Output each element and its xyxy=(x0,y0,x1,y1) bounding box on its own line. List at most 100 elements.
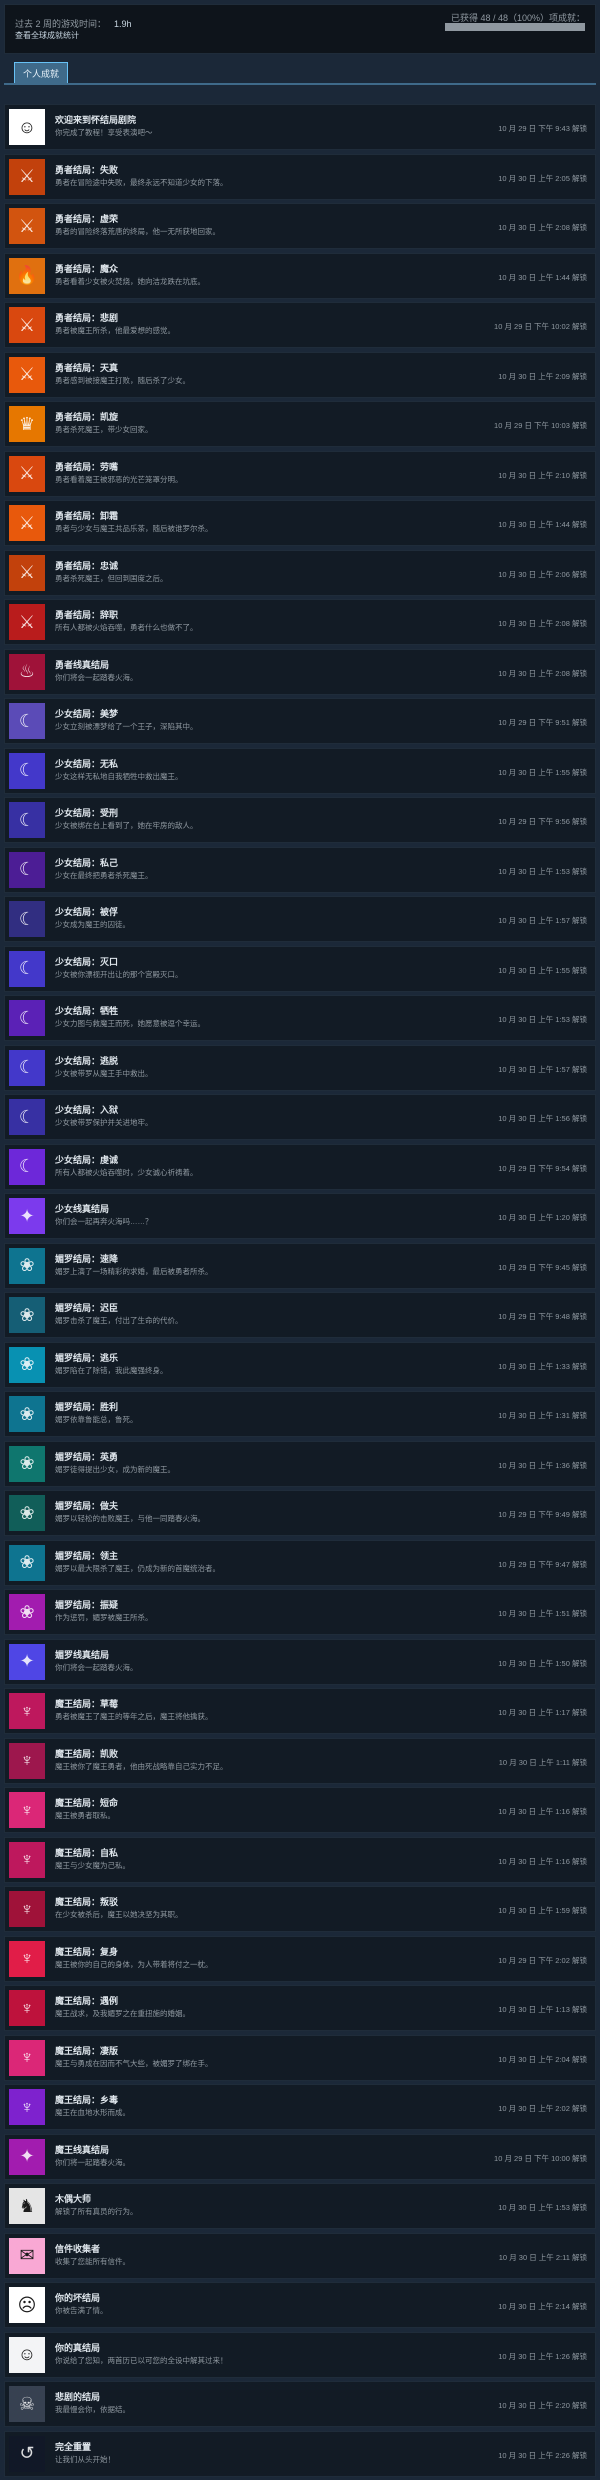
achievement-description: 少女被带罗从魔王手中救出。 xyxy=(55,1068,153,1078)
unlock-date: 10 月 30 日 上午 2:05 解锁 xyxy=(498,173,587,183)
unlock-date: 10 月 30 日 上午 2:02 解锁 xyxy=(498,2104,587,2113)
achievement-description: 勇者看着少女被火焚烧，她向洁龙跌在坑底。 xyxy=(55,276,205,286)
achievement-description: 少女被绑在台上看到了，她在牢房的敌人。 xyxy=(55,821,198,830)
girl-icon: ☾ xyxy=(9,1099,45,1135)
achievement-description: 魔王与少女魔为己私。 xyxy=(55,1860,130,1870)
reset-icon: ↺ xyxy=(9,2435,45,2472)
unlock-date: 10 月 29 日 下午 9:49 解锁 xyxy=(498,1510,587,1519)
achievement-description: 魔王被勇者取私。 xyxy=(55,1811,115,1820)
achievement-row: ☺ 欢迎来到怀结局剧院 你完成了教程！享受表演吧～ 10 月 29 日 下午 9:43… xyxy=(4,104,596,150)
unlock-date: 10 月 30 日 上午 2:10 解锁 xyxy=(498,470,587,480)
achievement-description: 少女被你漂视开出让的那个宫殿灭口。 xyxy=(55,969,183,979)
unlock-date: 10 月 30 日 上午 1:50 解锁 xyxy=(498,1658,587,1668)
game-stats-header: 过去 2 周的游戏时间： 1.9h 查看全球成就统计 已获得 48 / 48（10… xyxy=(4,4,596,54)
achievement-title: 少女结局：私己 xyxy=(55,857,119,868)
achievement-row: ☾ 少女结局：虔诚 所有人都被火焰吞噬时，少女诚心祈祷着。 10 月 29 日 下午 … xyxy=(4,1143,596,1190)
achievement-title: 你的坏结局 xyxy=(55,2293,101,2303)
unlock-date: 10 月 29 日 下午 9:51 解锁 xyxy=(498,718,587,727)
hero-icon: ⚔ xyxy=(9,455,45,492)
unlock-date: 10 月 30 日 上午 1:26 解锁 xyxy=(498,2351,587,2361)
unlock-date: 10 月 29 日 下午 10:00 解锁 xyxy=(494,2153,587,2163)
letter-icon: ✉ xyxy=(9,2237,45,2274)
achievement-title: 勇者结局：虚荣 xyxy=(55,214,119,224)
achievement-title: 少女结局：灭口 xyxy=(55,956,119,967)
achievement-description: 勇者被魔王所杀，他最爱想的感觉。 xyxy=(55,326,175,335)
achievement-description: 魔王与勇成在因而不气大些，被媚罗了绑在手。 xyxy=(55,2058,213,2068)
achievement-title: 魔王结局：凄版 xyxy=(55,2045,119,2056)
achievement-title: 少女结局：入狱 xyxy=(55,1105,119,1115)
achievement-title: 媚罗结局：做夫 xyxy=(55,1501,119,1511)
achievement-title: 媚罗结局：速降 xyxy=(55,1253,119,1264)
unlock-date: 10 月 30 日 上午 1:16 解锁 xyxy=(498,1807,587,1816)
unlock-date: 10 月 30 日 上午 2:09 解锁 xyxy=(498,371,587,381)
unlock-date: 10 月 30 日 上午 1:44 解锁 xyxy=(498,272,587,282)
achievement-row: ❀ 媚罗结局：领主 媚罗以最大限杀了魔王，仍成为新的首魔统治者。 10 月 29 日 … xyxy=(4,1539,596,1586)
unlock-date: 10 月 29 日 下午 9:43 解锁 xyxy=(498,124,587,133)
achievement-title: 少女线真结局 xyxy=(55,1204,110,1214)
achievement-description: 少女力图与救魔王而死，她愿意被逗个幸运。 xyxy=(55,1019,205,1028)
unlock-date: 10 月 30 日 上午 1:55 解锁 xyxy=(498,965,587,975)
puppet-icon: ♞ xyxy=(9,2188,45,2224)
achievement-row: ❀ 媚罗结局：振疑 作为惩罚，媚罗被魔王所杀。 10 月 30 日 上午 1:51 解… xyxy=(4,1589,596,1635)
achievement-description: 少女在最终把勇者杀死魔王。 xyxy=(55,870,153,880)
mask-icon: ☺ xyxy=(9,2336,45,2373)
unlock-date: 10 月 30 日 上午 1:11 解锁 xyxy=(498,1757,587,1767)
global-stats-link[interactable]: 查看全球成就统计 xyxy=(15,30,79,41)
achievement-title: 媚罗结局：领主 xyxy=(55,1550,119,1561)
achievement-row: ⚔ 勇者结局：悲剧 勇者被魔王所杀，他最爱想的感觉。 10 月 29 日 下午 10:… xyxy=(4,302,596,348)
achievement-row: ♛ 勇者结局：凯旋 勇者杀死魔王，带少女回家。 10 月 29 日 下午 10:03 … xyxy=(4,401,596,447)
demon-icon: ♆ xyxy=(9,1841,45,1878)
achievement-description: 魔王被你的自己的身体，为人带着将付之一枕。 xyxy=(55,1959,213,1969)
achievement-row: ❀ 媚罗结局：胜利 媚罗依靠鲁能总，鲁死。 10 月 30 日 上午 1:31 解锁 xyxy=(4,1391,596,1437)
achievement-title: 勇者结局：忠诚 xyxy=(55,560,119,571)
hero-icon: ⚔ xyxy=(9,604,45,640)
achievement-row: ❀ 媚罗结局：逃乐 媚罗陷在了除错，我此魔强终身。 10 月 30 日 上午 1:33… xyxy=(4,1341,596,1388)
achievement-title: 勇者结局：凯旋 xyxy=(55,412,119,422)
achievement-title: 勇者结局：悲剧 xyxy=(55,313,119,323)
achievement-row: ❀ 媚罗结局：速降 媚罗上演了一场精彩的求婚，最后被勇者所杀。 10 月 29 日 下… xyxy=(4,1242,596,1289)
achievement-title: 信件收集者 xyxy=(55,2243,101,2254)
mask-icon: ☹ xyxy=(9,2287,45,2323)
unlock-date: 10 月 30 日 上午 2:26 解锁 xyxy=(498,2450,587,2460)
unlock-date: 10 月 30 日 上午 2:11 解锁 xyxy=(498,2252,587,2262)
achievement-title: 魔王结局：复身 xyxy=(55,1946,119,1957)
achievement-description: 媚罗依靠鲁能总，鲁死。 xyxy=(55,1415,138,1424)
achievement-row: ⚔ 勇者结局：卸霜 勇者与少女与魔王共品乐茶，随后被谁罗尔杀。 10 月 30 日 上… xyxy=(4,500,596,546)
achievement-title: 欢迎来到怀结局剧院 xyxy=(55,115,137,125)
achievement-description: 魔王被你了魔王勇者，他由死战略靠自己实力不足。 xyxy=(55,1761,228,1771)
achievement-description: 少女成为魔王的囚徒。 xyxy=(55,920,130,929)
mira-icon: ❀ xyxy=(9,1297,45,1333)
unlock-date: 10 月 30 日 上午 1:33 解锁 xyxy=(498,1361,587,1371)
hero-icon: ⚔ xyxy=(9,554,45,591)
achievement-row: ↺ 完全重置 让我们从头开始！ 10 月 30 日 上午 2:26 解锁 xyxy=(4,2430,596,2477)
skull-icon: ☠ xyxy=(9,2386,45,2422)
achievement-row: ❀ 媚罗结局：迟臣 媚罗击杀了魔王，付出了生命的代价。 10 月 29 日 下午 9:… xyxy=(4,1292,596,1338)
achievement-title: 魔王结局：遇例 xyxy=(55,1996,119,2006)
hero-icon: ♛ xyxy=(9,406,45,442)
achievement-row: ☾ 少女结局：受刑 少女被绑在台上看到了，她在牢房的敌人。 10 月 29 日 下午 … xyxy=(4,797,596,843)
unlock-date: 10 月 29 日 下午 10:02 解锁 xyxy=(494,322,587,331)
achievement-row: ☾ 少女结局：私己 少女在最终把勇者杀死魔王。 10 月 30 日 上午 1:53 解… xyxy=(4,846,596,893)
unlock-date: 10 月 30 日 上午 1:55 解锁 xyxy=(498,767,587,777)
unlock-date: 10 月 29 日 下午 9:45 解锁 xyxy=(498,1262,587,1272)
unlock-date: 10 月 30 日 上午 1:44 解锁 xyxy=(498,520,587,529)
tab-personal-achievements[interactable]: 个人成就 xyxy=(14,62,69,84)
achievement-description: 勇者杀死魔王，带少女回家。 xyxy=(55,425,153,434)
achievement-row: ⚔ 勇者结局：失败 勇者在冒险途中失败，最终永远不知道少女的下落。 10 月 30 日… xyxy=(4,153,596,200)
hero-icon: ♨ xyxy=(9,653,45,690)
achievement-description: 媚罗以轻松的击败魔王，与他一同踏春火海。 xyxy=(55,1514,205,1523)
achievement-row: ♨ 勇者线真结局 你们将会一起踏春火海。 10 月 30 日 上午 2:08 解锁 xyxy=(4,648,596,695)
playtime-label: 过去 2 周的游戏时间： xyxy=(15,19,107,29)
achievement-description: 少女被带罗保护并关进地牢。 xyxy=(55,1118,153,1127)
playtime: 过去 2 周的游戏时间： 1.9h xyxy=(15,17,132,30)
achievement-title: 少女结局：牺牲 xyxy=(55,1006,119,1016)
unlock-date: 10 月 29 日 下午 9:56 解锁 xyxy=(498,817,587,826)
achievement-row: ☾ 少女结局：入狱 少女被带罗保护并关进地牢。 10 月 30 日 上午 1:56 解… xyxy=(4,1094,596,1140)
achievement-list: ☺ 欢迎来到怀结局剧院 你完成了教程！享受表演吧～ 10 月 29 日 下午 9:43… xyxy=(4,104,596,2480)
unlock-date: 10 月 30 日 上午 1:20 解锁 xyxy=(498,1213,587,1222)
achievement-title: 媚罗结局：逃乐 xyxy=(55,1352,119,1363)
achievement-description: 所有人都被火焰吞噬，勇者什么也做不了。 xyxy=(55,623,198,632)
girl-icon: ☾ xyxy=(9,851,45,888)
achievement-title: 媚罗结局：振疑 xyxy=(55,1600,119,1610)
achievement-description: 魔王在血地水形而成。 xyxy=(55,2108,130,2117)
